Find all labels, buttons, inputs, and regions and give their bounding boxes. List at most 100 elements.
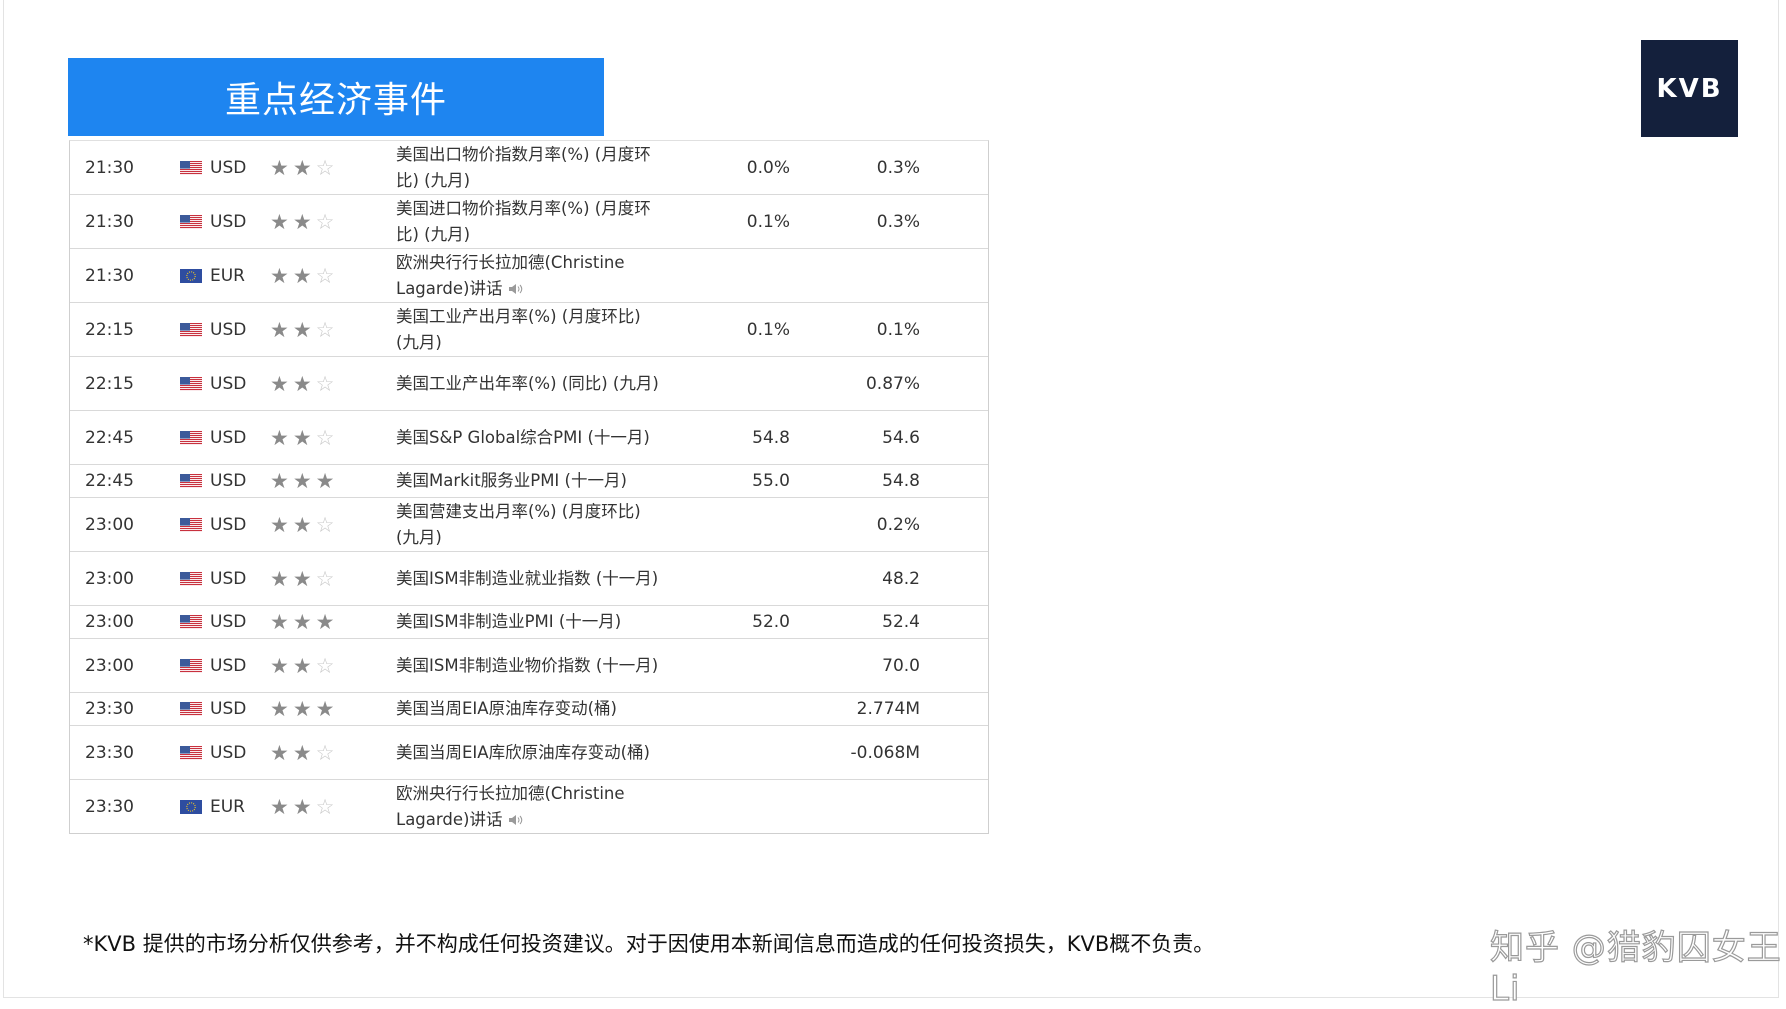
previous-value: 70.0 — [882, 655, 920, 676]
importance-stars: ★★☆ — [270, 156, 338, 180]
forecast-value: 54.8 — [752, 427, 790, 448]
importance-stars: ★★☆ — [270, 210, 338, 234]
previous-value: 0.1% — [876, 319, 920, 340]
star-empty-icon: ☆ — [315, 566, 339, 591]
kvb-logo: KVB — [1641, 40, 1738, 137]
star-filled-icon: ★ — [315, 610, 339, 634]
star-filled-icon: ★ — [270, 371, 293, 396]
forecast-value: 55.0 — [752, 471, 790, 491]
star-empty-icon: ☆ — [315, 512, 339, 537]
star-filled-icon: ★ — [270, 425, 293, 450]
page-title: 重点经济事件 — [68, 58, 604, 136]
us-flag-icon — [180, 615, 202, 629]
event-name: 欧洲央行行长拉加德(Christine Lagarde)讲话 — [396, 781, 666, 833]
previous-value: 54.8 — [882, 471, 920, 491]
star-empty-icon: ☆ — [315, 740, 339, 765]
star-filled-icon: ★ — [270, 512, 293, 537]
currency-code: USD — [210, 655, 247, 676]
star-filled-icon: ★ — [270, 263, 293, 288]
table-row: 23:00 USD ★★★ 美国ISM非制造业PMI (十一月) 52.0 52.4 — [70, 606, 988, 639]
importance-stars: ★★☆ — [270, 795, 338, 819]
previous-value: 48.2 — [882, 568, 920, 589]
table-row: 23:00 USD ★★☆ 美国ISM非制造业就业指数 (十一月) 48.2 — [70, 552, 988, 606]
us-flag-icon — [180, 160, 202, 175]
previous-value: 52.4 — [882, 612, 920, 632]
table-row: 21:30 EUR ★★☆ 欧洲央行行长拉加德(Christine Lagarde)讲… — [70, 249, 988, 303]
event-name-text: 美国出口物价指数月率(%) (月度环比) (九月) — [396, 144, 651, 190]
event-time: 23:30 — [85, 742, 134, 763]
currency-code: USD — [210, 157, 247, 178]
star-filled-icon: ★ — [292, 566, 316, 591]
event-name: 美国S&P Global综合PMI (十一月) — [396, 425, 666, 451]
event-time: 22:15 — [85, 319, 134, 340]
event-time: 23:00 — [85, 612, 134, 632]
star-filled-icon: ★ — [292, 512, 316, 537]
table-row: 22:45 USD ★★★ 美国Markit服务业PMI (十一月) 55.0 54.8 — [70, 465, 988, 498]
importance-stars: ★★☆ — [270, 264, 338, 288]
event-time: 22:45 — [85, 427, 134, 448]
us-flag-icon — [180, 376, 202, 391]
event-time: 22:15 — [85, 373, 134, 394]
eu-flag-icon — [180, 799, 202, 814]
event-name-text: 美国ISM非制造业就业指数 (十一月) — [396, 568, 659, 588]
event-name: 美国出口物价指数月率(%) (月度环比) (九月) — [396, 142, 666, 194]
event-time: 21:30 — [85, 211, 134, 232]
event-name: 美国ISM非制造业物价指数 (十一月) — [396, 653, 666, 679]
forecast-value: 0.1% — [746, 319, 790, 340]
star-filled-icon: ★ — [315, 697, 339, 721]
event-name: 美国工业产出月率(%) (月度环比) (九月) — [396, 304, 666, 356]
speaker-icon — [502, 279, 524, 298]
star-filled-icon: ★ — [292, 263, 316, 288]
star-filled-icon: ★ — [292, 740, 316, 765]
table-row: 21:30 USD ★★☆ 美国进口物价指数月率(%) (月度环比) (九月) 0.1%… — [70, 195, 988, 249]
event-name: 美国ISM非制造业PMI (十一月) — [396, 609, 666, 635]
star-filled-icon: ★ — [270, 610, 293, 634]
star-filled-icon: ★ — [270, 209, 293, 234]
currency-code: USD — [210, 471, 247, 491]
star-empty-icon: ☆ — [315, 155, 339, 180]
star-filled-icon: ★ — [315, 469, 339, 493]
disclaimer-text: *KVB 提供的市场分析仅供参考，并不构成任何投资建议。对于因使用本新闻信息而造… — [83, 932, 1215, 956]
star-empty-icon: ☆ — [315, 209, 339, 234]
event-name: 美国当周EIA原油库存变动(桶) — [396, 696, 666, 722]
us-flag-icon — [180, 214, 202, 229]
us-flag-icon — [180, 430, 202, 445]
importance-stars: ★★☆ — [270, 567, 338, 591]
importance-stars: ★★☆ — [270, 513, 338, 537]
table-row: 23:00 USD ★★☆ 美国ISM非制造业物价指数 (十一月) 70.0 — [70, 639, 988, 693]
previous-value: 2.774M — [856, 699, 920, 719]
currency-code: USD — [210, 319, 247, 340]
star-filled-icon: ★ — [292, 697, 316, 721]
importance-stars: ★★☆ — [270, 741, 338, 765]
star-filled-icon: ★ — [270, 566, 293, 591]
event-name-text: 美国S&P Global综合PMI (十一月) — [396, 427, 650, 447]
currency-code: USD — [210, 211, 247, 232]
us-flag-icon — [180, 322, 202, 337]
event-time: 23:00 — [85, 568, 134, 589]
star-filled-icon: ★ — [292, 155, 316, 180]
event-time: 21:30 — [85, 157, 134, 178]
event-name: 美国Markit服务业PMI (十一月) — [396, 468, 666, 494]
previous-value: 0.3% — [876, 157, 920, 178]
currency-code: USD — [210, 373, 247, 394]
star-filled-icon: ★ — [270, 653, 293, 678]
economic-events-table: 21:30 USD ★★☆ 美国出口物价指数月率(%) (月度环比) (九月) 0.0%… — [69, 140, 989, 834]
star-filled-icon: ★ — [292, 794, 316, 819]
currency-code: EUR — [210, 265, 245, 286]
star-empty-icon: ☆ — [315, 653, 339, 678]
us-flag-icon — [180, 658, 202, 673]
star-empty-icon: ☆ — [315, 425, 339, 450]
us-flag-icon — [180, 702, 202, 716]
event-name-text: 美国进口物价指数月率(%) (月度环比) (九月) — [396, 198, 651, 244]
importance-stars: ★★☆ — [270, 426, 338, 450]
event-name: 欧洲央行行长拉加德(Christine Lagarde)讲话 — [396, 250, 666, 302]
event-name-text: 美国ISM非制造业物价指数 (十一月) — [396, 655, 659, 675]
star-filled-icon: ★ — [292, 469, 316, 493]
star-filled-icon: ★ — [292, 317, 316, 342]
importance-stars: ★★★ — [270, 697, 338, 721]
star-empty-icon: ☆ — [315, 371, 339, 396]
previous-value: 0.87% — [865, 373, 920, 394]
table-row: 23:30 USD ★★★ 美国当周EIA原油库存变动(桶) 2.774M — [70, 693, 988, 726]
importance-stars: ★★☆ — [270, 372, 338, 396]
forecast-value: 0.1% — [746, 211, 790, 232]
